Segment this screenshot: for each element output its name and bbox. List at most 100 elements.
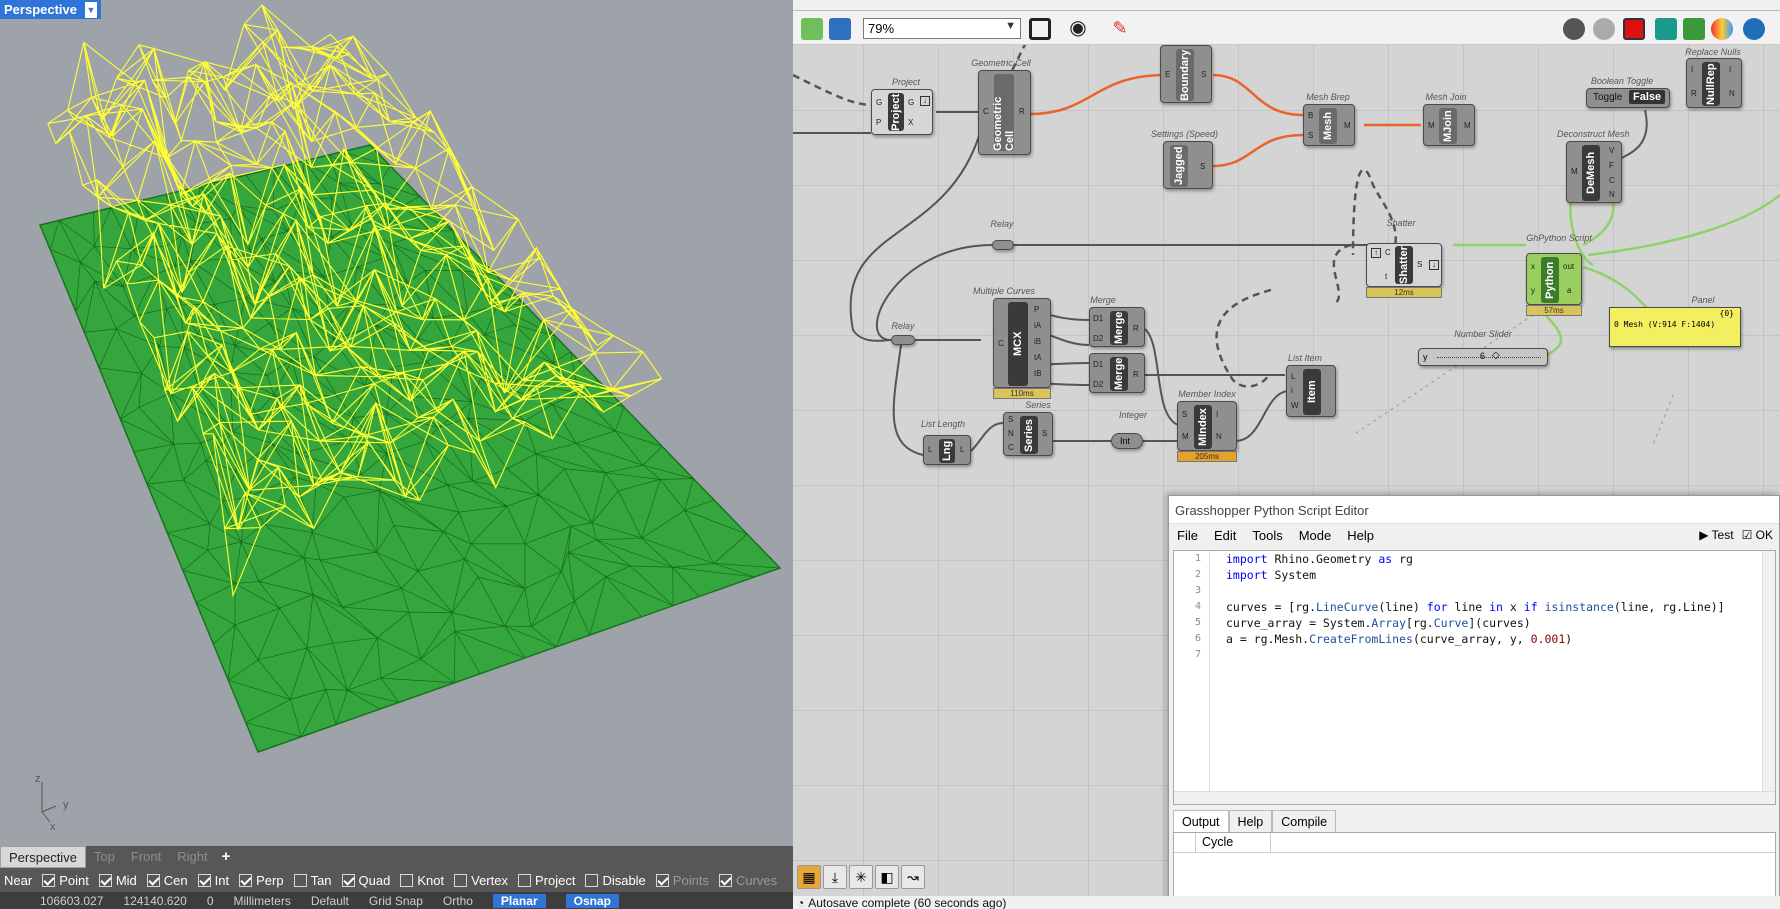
port-label[interactable]: tB bbox=[1034, 369, 1042, 378]
tab-help[interactable]: Help bbox=[1228, 810, 1273, 833]
vertical-scrollbar[interactable] bbox=[1762, 551, 1775, 804]
integer-component[interactable]: Int bbox=[1111, 433, 1143, 449]
deconstruct-mesh-component[interactable]: M DeMesh V F C N bbox=[1566, 141, 1622, 203]
port-label[interactable]: I bbox=[1691, 65, 1693, 74]
port-label[interactable]: C bbox=[998, 339, 1004, 348]
port-label[interactable]: N bbox=[1216, 432, 1222, 441]
port-label[interactable]: R bbox=[1133, 324, 1139, 333]
port-label[interactable]: iB bbox=[1034, 337, 1041, 346]
port-label[interactable]: L bbox=[1291, 372, 1295, 381]
merge2-component[interactable]: D1 D2 Merge R bbox=[1089, 353, 1145, 393]
grid-snap-toggle[interactable]: Grid Snap bbox=[369, 894, 423, 908]
checkbox-icon[interactable] bbox=[400, 873, 414, 887]
checkbox-icon[interactable] bbox=[718, 873, 732, 887]
checkbox-icon[interactable] bbox=[454, 873, 468, 887]
test-button[interactable]: ▶ Test bbox=[1699, 528, 1733, 542]
port-label[interactable]: S bbox=[1201, 70, 1206, 79]
port-label[interactable]: D1 bbox=[1093, 314, 1103, 323]
rhino-viewport[interactable]: Perspective ▼ z y x bbox=[0, 0, 793, 846]
checkbox-icon[interactable] bbox=[197, 873, 211, 887]
checkbox-icon[interactable] bbox=[239, 873, 253, 887]
menu-file[interactable]: File bbox=[1169, 528, 1206, 543]
port-label[interactable]: B bbox=[1308, 111, 1313, 120]
port-label[interactable]: F bbox=[1609, 161, 1614, 170]
osnap-knot[interactable]: Knot bbox=[400, 873, 444, 888]
port-label[interactable]: N bbox=[1609, 190, 1615, 199]
port-label[interactable]: E bbox=[1165, 70, 1170, 79]
port-label[interactable]: R bbox=[1019, 107, 1025, 116]
sketch-pen-icon[interactable]: ✎ bbox=[1109, 18, 1131, 40]
checkbox-icon[interactable] bbox=[517, 873, 531, 887]
layer-label[interactable]: Default bbox=[311, 894, 349, 908]
port-label[interactable]: G bbox=[908, 98, 914, 107]
code-area[interactable]: 1 2 3 4 5 6 7 import Rhino.Geometry as rg impor… bbox=[1173, 550, 1776, 805]
port-label[interactable]: t bbox=[1385, 272, 1387, 281]
horizontal-scrollbar[interactable] bbox=[1174, 791, 1775, 804]
relay2-component[interactable] bbox=[891, 335, 915, 345]
slider-grip-icon[interactable]: ◇ bbox=[1492, 350, 1500, 361]
replace-nulls-component[interactable]: I R NullRep I N bbox=[1686, 58, 1742, 108]
series-component[interactable]: S N C Series S bbox=[1003, 412, 1053, 456]
tab-top[interactable]: Top bbox=[86, 846, 123, 868]
preview-wire-icon[interactable] bbox=[1593, 18, 1615, 40]
code-line[interactable]: import System bbox=[1226, 567, 1725, 583]
connector-icon[interactable]: ↝ bbox=[901, 865, 925, 889]
geometric-cell-component[interactable]: C Geometric Cell R bbox=[978, 70, 1031, 155]
merge1-component[interactable]: D1 D2 Merge R bbox=[1089, 307, 1145, 347]
osnap-curves[interactable]: Curves bbox=[718, 873, 777, 888]
port-label[interactable]: iA bbox=[1034, 321, 1041, 330]
shatter-component[interactable]: C t ↑ Shatter S ↓ bbox=[1366, 243, 1442, 287]
output-header-cycle[interactable]: Cycle bbox=[1196, 833, 1271, 852]
port-label[interactable]: a bbox=[1567, 286, 1571, 295]
remote-control-icon[interactable] bbox=[1743, 18, 1765, 40]
port-label[interactable]: I bbox=[1729, 65, 1731, 74]
port-label[interactable]: L bbox=[960, 445, 964, 454]
port-label[interactable]: L bbox=[928, 445, 932, 454]
list-item-component[interactable]: L i W Item bbox=[1286, 365, 1336, 417]
port-label[interactable]: P bbox=[1034, 305, 1039, 314]
osnap-int[interactable]: Int bbox=[197, 873, 229, 888]
osnap-points[interactable]: Points bbox=[655, 873, 709, 888]
panel-component[interactable]: {0} 0 Mesh (V:914 F:1404) bbox=[1609, 307, 1741, 347]
checkbox-icon[interactable] bbox=[146, 873, 160, 887]
port-label[interactable]: D2 bbox=[1093, 334, 1103, 343]
eye-icon[interactable]: ◉ bbox=[1067, 18, 1089, 40]
port-label[interactable]: i bbox=[1291, 386, 1293, 395]
osnap-project[interactable]: Project bbox=[517, 873, 575, 888]
preview-selected-icon[interactable] bbox=[1655, 18, 1677, 40]
osnap-point[interactable]: Point bbox=[42, 873, 89, 888]
code-lines[interactable]: import Rhino.Geometry as rg import System… bbox=[1226, 551, 1725, 663]
port-label[interactable]: S bbox=[1042, 429, 1047, 438]
zoom-extents-icon[interactable] bbox=[1029, 18, 1051, 40]
osnap-cen[interactable]: Cen bbox=[146, 873, 188, 888]
osnap-tan[interactable]: Tan bbox=[293, 873, 332, 888]
relay1-component[interactable] bbox=[992, 240, 1014, 250]
member-index-component[interactable]: S M MIndex I N bbox=[1177, 401, 1237, 451]
port-label[interactable]: C bbox=[1385, 248, 1391, 257]
port-label[interactable]: x bbox=[1531, 262, 1535, 271]
shape-icon[interactable]: ◧ bbox=[875, 865, 899, 889]
slider-track[interactable] bbox=[1437, 357, 1541, 358]
tab-output[interactable]: Output bbox=[1173, 810, 1229, 833]
ortho-toggle[interactable]: Ortho bbox=[443, 894, 473, 908]
port-label[interactable]: S bbox=[1308, 131, 1313, 140]
wire-display-icon[interactable]: ▦ bbox=[797, 865, 821, 889]
checkbox-icon[interactable] bbox=[341, 873, 355, 887]
code-line[interactable] bbox=[1226, 647, 1725, 663]
preview-shaded-icon[interactable] bbox=[1623, 18, 1645, 40]
tab-compile[interactable]: Compile bbox=[1272, 810, 1337, 833]
port-label[interactable]: D1 bbox=[1093, 360, 1103, 369]
osnap-perp[interactable]: Perp bbox=[239, 873, 284, 888]
checkbox-icon[interactable] bbox=[42, 873, 56, 887]
download-icon[interactable]: ⤓ bbox=[823, 865, 847, 889]
port-label[interactable]: G bbox=[876, 98, 882, 107]
osnap-vertex[interactable]: Vertex bbox=[454, 873, 508, 888]
port-label[interactable]: D2 bbox=[1093, 380, 1103, 389]
save-file-icon[interactable] bbox=[829, 18, 851, 40]
open-file-icon[interactable] bbox=[801, 18, 823, 40]
planar-toggle[interactable]: Planar bbox=[492, 893, 546, 908]
ghpython-component[interactable]: x y Python out a bbox=[1526, 253, 1582, 305]
checkbox-icon[interactable] bbox=[98, 873, 112, 887]
toggle-value[interactable]: False bbox=[1629, 90, 1666, 104]
code-line[interactable]: a = rg.Mesh.CreateFromLines(curve_array,… bbox=[1226, 631, 1725, 647]
